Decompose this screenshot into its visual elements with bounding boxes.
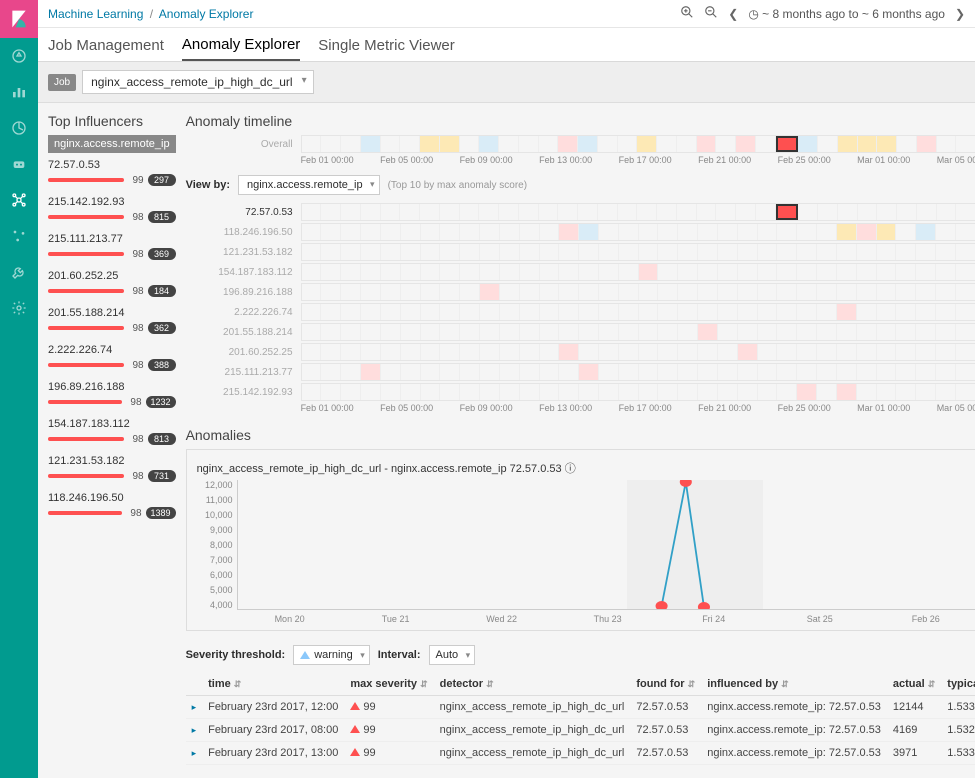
influencer-item[interactable]: 201.60.252.2598184 — [48, 270, 176, 297]
tab-anomaly-explorer[interactable]: Anomaly Explorer — [182, 36, 300, 61]
swimlane[interactable] — [301, 303, 975, 321]
swimlane-label: 2.222.226.74 — [186, 307, 301, 318]
job-select[interactable]: nginx_access_remote_ip_high_dc_url — [82, 70, 313, 94]
warning-icon — [300, 651, 310, 659]
swimlane[interactable] — [301, 203, 975, 221]
interval-label: Interval: — [378, 649, 421, 661]
swimlane[interactable] — [301, 223, 975, 241]
nav-ml-icon[interactable] — [0, 182, 38, 218]
swimlane[interactable] — [301, 343, 975, 361]
severity-label: Severity threshold: — [186, 649, 286, 661]
interval-select[interactable]: Auto — [429, 645, 476, 665]
overall-swimlane[interactable] — [301, 135, 975, 153]
col-influenced[interactable]: influenced by ⇵ — [701, 673, 887, 696]
influencer-item[interactable]: 215.111.213.7798369 — [48, 233, 176, 260]
table-row[interactable]: ▸ February 23rd 2017, 13:00 99 nginx_acc… — [186, 742, 975, 765]
col-actual[interactable]: actual ⇵ — [887, 673, 941, 696]
col-max[interactable]: max severity ⇵ — [344, 673, 433, 696]
expand-icon[interactable]: ▸ — [186, 719, 203, 742]
top-header: Machine Learning / Anomaly Explorer ❮ ◷ … — [38, 0, 975, 28]
swimlane[interactable] — [301, 363, 975, 381]
influencer-item[interactable]: 201.55.188.21498362 — [48, 307, 176, 334]
tab-job-management[interactable]: Job Management — [48, 37, 164, 60]
nav-management-icon[interactable] — [0, 290, 38, 326]
zoom-in-icon[interactable] — [680, 5, 694, 22]
swimlane[interactable] — [301, 283, 975, 301]
nav-dashboard-icon[interactable] — [0, 110, 38, 146]
time-prev-icon[interactable]: ❮ — [728, 7, 738, 21]
anomalies-title: Anomalies — [186, 427, 975, 443]
col-found[interactable]: found for ⇵ — [630, 673, 701, 696]
kibana-logo[interactable] — [0, 0, 38, 38]
swimlane-label: 215.111.213.77 — [186, 367, 301, 378]
influencer-item[interactable]: 72.57.0.5399297 — [48, 159, 176, 186]
tab-single-metric[interactable]: Single Metric Viewer — [318, 37, 454, 60]
influencer-item[interactable]: 121.231.53.18298731 — [48, 455, 176, 482]
col-typical[interactable]: typical ⇵ — [941, 673, 975, 696]
viewby-note: (Top 10 by max anomaly score) — [388, 180, 528, 191]
swimlane-label: 121.231.53.182 — [186, 247, 301, 258]
time-next-icon[interactable]: ❯ — [955, 7, 965, 21]
expand-icon[interactable]: ▸ — [186, 742, 203, 765]
severity-select[interactable]: warning — [293, 645, 370, 665]
y-axis: 12,00011,00010,0009,0008,0007,0006,0005,… — [197, 480, 237, 610]
swimlane-label: 72.57.0.53 — [186, 207, 301, 218]
swimlane-label: 196.89.216.188 — [186, 287, 301, 298]
swimlane-label: 215.142.192.93 — [186, 387, 301, 398]
zoom-out-icon[interactable] — [704, 5, 718, 22]
swimlane-label: 118.246.196.50 — [186, 227, 301, 238]
influencer-item[interactable]: 118.246.196.50981389 — [48, 492, 176, 519]
influencer-item[interactable]: 2.222.226.7498388 — [48, 344, 176, 371]
ml-tabs: Job Management Anomaly Explorer Single M… — [38, 28, 975, 62]
anomaly-chart: nginx_access_remote_ip_high_dc_url - ngi… — [186, 449, 975, 631]
influencer-item[interactable]: 196.89.216.188981232 — [48, 381, 176, 408]
table-row[interactable]: ▸ February 23rd 2017, 08:00 99 nginx_acc… — [186, 719, 975, 742]
critical-icon — [350, 702, 360, 710]
chart-title: nginx_access_remote_ip_high_dc_url - ngi… — [197, 463, 562, 475]
nav-graph-icon[interactable] — [0, 218, 38, 254]
nav-visualize-icon[interactable] — [0, 74, 38, 110]
top-influencers-title: Top Influencers — [48, 113, 176, 129]
anomalies-table: time ⇵ max severity ⇵ detector ⇵ found f… — [186, 673, 975, 765]
breadcrumb-root[interactable]: Machine Learning — [48, 7, 143, 21]
main-area: Machine Learning / Anomaly Explorer ❮ ◷ … — [38, 0, 975, 778]
anomaly-timeline: Anomaly timeline Overall Feb 01 00:00Feb… — [186, 113, 975, 413]
plot-area[interactable] — [237, 480, 975, 610]
overall-label: Overall — [186, 139, 301, 150]
swimlane[interactable] — [301, 243, 975, 261]
swimlane[interactable] — [301, 383, 975, 401]
influencer-item[interactable]: 154.187.183.11298813 — [48, 418, 176, 445]
critical-icon — [350, 725, 360, 733]
app-nav — [0, 0, 38, 778]
x-axis: Mon 20Tue 21Wed 22Thu 23Fri 24Sat 25Feb … — [237, 614, 975, 624]
col-time[interactable]: time ⇵ — [202, 673, 344, 696]
swimlane[interactable] — [301, 323, 975, 341]
swimlane-label: 154.187.183.112 — [186, 267, 301, 278]
swimlane-label: 201.55.188.214 — [186, 327, 301, 338]
swimlane-label: 201.60.252.25 — [186, 347, 301, 358]
nav-devtools-icon[interactable] — [0, 254, 38, 290]
info-icon[interactable]: ⓘ — [565, 463, 576, 475]
influencer-field: nginx.access.remote_ip — [48, 135, 176, 153]
critical-icon — [350, 748, 360, 756]
time-range[interactable]: ◷ ~ 8 months ago to ~ 6 months ago — [748, 7, 945, 21]
viewby-label: View by: — [186, 179, 230, 191]
table-row[interactable]: ▸ February 23rd 2017, 12:00 99 nginx_acc… — [186, 696, 975, 719]
clock-icon: ◷ — [748, 7, 758, 21]
swimlane[interactable] — [301, 263, 975, 281]
expand-icon[interactable]: ▸ — [186, 696, 203, 719]
viewby-select[interactable]: nginx.access.remote_ip — [238, 175, 380, 195]
breadcrumb: Machine Learning / Anomaly Explorer — [48, 7, 253, 21]
breadcrumb-page[interactable]: Anomaly Explorer — [159, 7, 254, 21]
influencer-item[interactable]: 215.142.192.9398815 — [48, 196, 176, 223]
timeline-title: Anomaly timeline — [186, 113, 975, 129]
top-influencers-panel: Top Influencers nginx.access.remote_ip 7… — [38, 103, 182, 778]
nav-discover-icon[interactable] — [0, 38, 38, 74]
nav-timelion-icon[interactable] — [0, 146, 38, 182]
job-bar: Job nginx_access_remote_ip_high_dc_url — [38, 62, 975, 103]
col-detector[interactable]: detector ⇵ — [434, 673, 631, 696]
job-badge: Job — [48, 74, 76, 91]
